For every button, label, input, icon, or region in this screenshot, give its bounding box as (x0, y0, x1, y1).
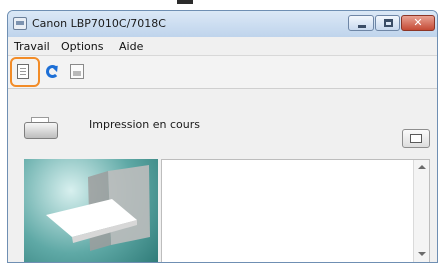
top-mark (177, 0, 193, 4)
top-strip (0, 0, 445, 10)
document-icon[interactable] (17, 64, 29, 79)
scroll-down-icon[interactable] (418, 252, 426, 256)
app-icon (13, 17, 27, 30)
minimize-icon (358, 25, 366, 28)
scroll-up-icon[interactable] (418, 165, 426, 169)
details-icon (410, 134, 422, 143)
menu-item-aide[interactable]: Aide (119, 40, 143, 53)
printer-icon (24, 117, 58, 139)
status-content: Impression en cours (8, 89, 437, 262)
menu-item-options[interactable]: Options (61, 40, 103, 53)
close-button[interactable]: ✕ (401, 15, 435, 31)
menu-item-travail[interactable]: Travail (14, 40, 50, 53)
status-detail-panel (161, 159, 430, 262)
close-icon: ✕ (413, 16, 423, 29)
vertical-scrollbar[interactable] (413, 160, 429, 262)
maximize-icon (384, 19, 393, 27)
minimize-button[interactable] (348, 15, 374, 31)
menu-bar: Travail Options Aide (8, 37, 437, 56)
status-text: Impression en cours (89, 118, 200, 131)
toolbar (8, 56, 437, 89)
printer-illustration (46, 165, 150, 251)
window-title: Canon LBP7010C/7018C (32, 17, 166, 30)
refresh-icon[interactable] (46, 65, 59, 78)
print-icon[interactable] (70, 64, 84, 79)
title-bar[interactable]: Canon LBP7010C/7018C ✕ (8, 11, 437, 37)
printer-body (24, 122, 58, 139)
details-button[interactable] (402, 129, 430, 148)
maximize-button[interactable] (375, 15, 400, 31)
printing-animation (24, 159, 158, 262)
printer-status-window: Canon LBP7010C/7018C ✕ Travail Options A… (7, 10, 438, 263)
